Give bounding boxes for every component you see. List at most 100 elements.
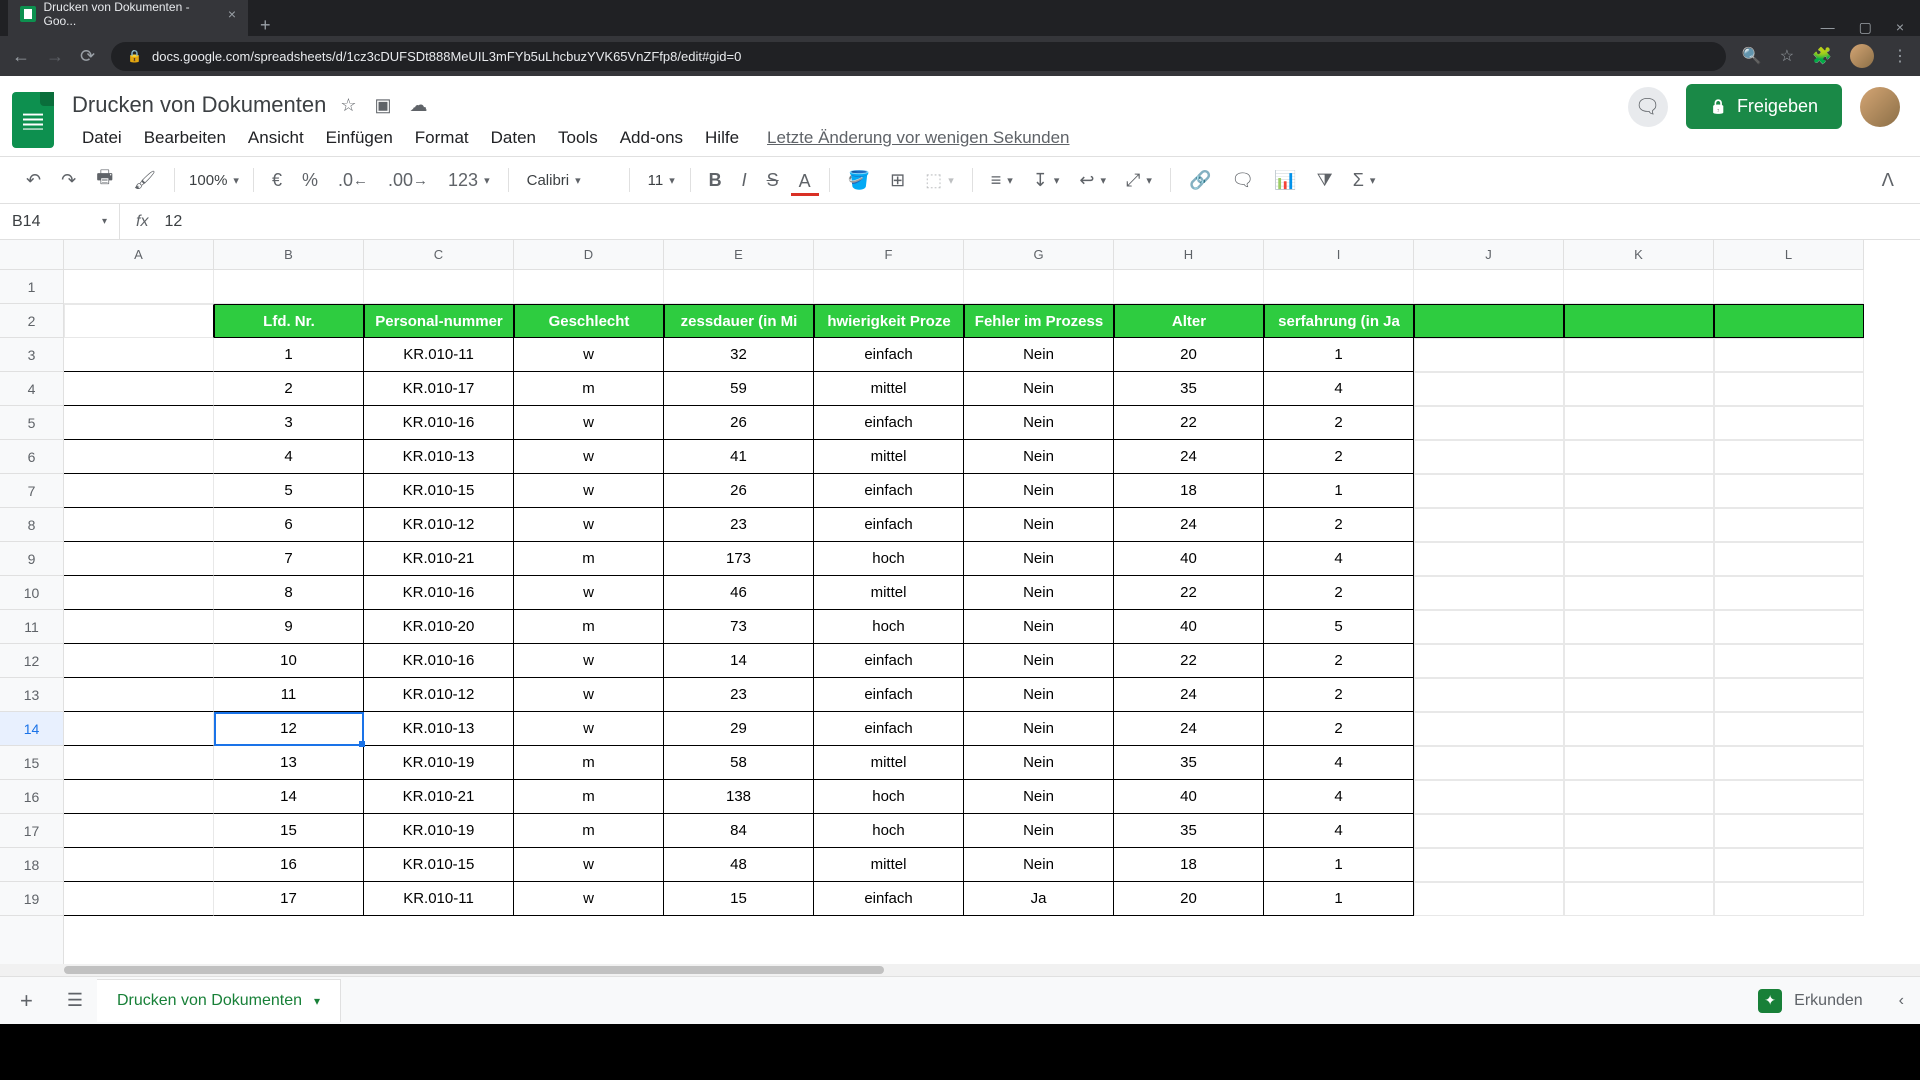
cell[interactable]: KR.010-16: [364, 576, 514, 610]
valign-button[interactable]: ↧: [1025, 164, 1068, 197]
text-color-button[interactable]: A: [791, 165, 819, 196]
cell[interactable]: w: [514, 406, 664, 440]
cell[interactable]: mittel: [814, 576, 964, 610]
cell[interactable]: 16: [214, 848, 364, 882]
row-header-14[interactable]: 14: [0, 712, 63, 746]
currency-button[interactable]: €: [264, 164, 290, 197]
cell[interactable]: [64, 406, 214, 440]
cell[interactable]: [1564, 814, 1714, 848]
cell[interactable]: [1414, 372, 1564, 406]
cell[interactable]: [64, 372, 214, 406]
cell[interactable]: Nein: [964, 508, 1114, 542]
row-header-3[interactable]: 3: [0, 338, 63, 372]
url-input[interactable]: 🔒 docs.google.com/spreadsheets/d/1cz3cDU…: [111, 42, 1726, 71]
col-header-K[interactable]: K: [1564, 240, 1714, 269]
cell[interactable]: KR.010-11: [364, 882, 514, 916]
col-header-E[interactable]: E: [664, 240, 814, 269]
row-header-2[interactable]: 2: [0, 304, 63, 338]
cell[interactable]: 1: [1264, 474, 1414, 508]
formula-input[interactable]: 12: [164, 213, 182, 231]
row-header-18[interactable]: 18: [0, 848, 63, 882]
cell[interactable]: 24: [1114, 440, 1264, 474]
menu-bearbeiten[interactable]: Bearbeiten: [134, 124, 236, 152]
menu-tools[interactable]: Tools: [548, 124, 608, 152]
cell[interactable]: [64, 712, 214, 746]
cell[interactable]: 15: [214, 814, 364, 848]
cell[interactable]: [64, 814, 214, 848]
cell[interactable]: [1714, 610, 1864, 644]
cell[interactable]: Nein: [964, 576, 1114, 610]
cell[interactable]: [1564, 542, 1714, 576]
cell[interactable]: [1414, 576, 1564, 610]
minimize-icon[interactable]: —: [1821, 19, 1835, 36]
cell[interactable]: [1564, 474, 1714, 508]
cell[interactable]: hoch: [814, 780, 964, 814]
select-all-corner[interactable]: [0, 240, 64, 270]
cell[interactable]: Nein: [964, 338, 1114, 372]
cell[interactable]: Nein: [964, 746, 1114, 780]
horizontal-scrollbar[interactable]: [0, 964, 1920, 976]
cell[interactable]: Nein: [964, 610, 1114, 644]
cell[interactable]: KR.010-21: [364, 780, 514, 814]
cell[interactable]: [1414, 678, 1564, 712]
cell[interactable]: 46: [664, 576, 814, 610]
cell[interactable]: 20: [1114, 338, 1264, 372]
number-format-select[interactable]: 123: [440, 164, 498, 197]
add-sheet-button[interactable]: +: [0, 988, 53, 1014]
cell[interactable]: hoch: [814, 610, 964, 644]
cell[interactable]: [64, 440, 214, 474]
extensions-icon[interactable]: 🧩: [1812, 46, 1832, 66]
cell[interactable]: [64, 474, 214, 508]
percent-button[interactable]: %: [294, 164, 326, 197]
cell[interactable]: 2: [1264, 406, 1414, 440]
functions-button[interactable]: Σ: [1345, 164, 1384, 197]
cell[interactable]: [1564, 270, 1714, 304]
cell[interactable]: einfach: [814, 678, 964, 712]
close-window-icon[interactable]: ×: [1896, 19, 1904, 36]
cell[interactable]: [64, 338, 214, 372]
cell[interactable]: 40: [1114, 542, 1264, 576]
cell[interactable]: [1714, 644, 1864, 678]
cell[interactable]: hwierigkeit Proze: [814, 304, 964, 338]
row-header-11[interactable]: 11: [0, 610, 63, 644]
col-header-D[interactable]: D: [514, 240, 664, 269]
cell[interactable]: [1564, 882, 1714, 916]
cell[interactable]: [1714, 304, 1864, 338]
cell[interactable]: w: [514, 678, 664, 712]
cell[interactable]: KR.010-20: [364, 610, 514, 644]
row-header-16[interactable]: 16: [0, 780, 63, 814]
text-wrap-button[interactable]: ↩: [1071, 164, 1114, 197]
cell[interactable]: KR.010-16: [364, 644, 514, 678]
cell[interactable]: einfach: [814, 644, 964, 678]
cell[interactable]: 4: [1264, 542, 1414, 576]
cell[interactable]: Fehler im Prozess: [964, 304, 1114, 338]
cell[interactable]: Nein: [964, 406, 1114, 440]
col-header-C[interactable]: C: [364, 240, 514, 269]
cell[interactable]: w: [514, 848, 664, 882]
cell[interactable]: 2: [214, 372, 364, 406]
cloud-icon[interactable]: ☁: [410, 95, 428, 116]
insert-comment-button[interactable]: 🗨: [1223, 164, 1262, 197]
cell[interactable]: 22: [1114, 644, 1264, 678]
cell[interactable]: 14: [664, 644, 814, 678]
cell[interactable]: 6: [214, 508, 364, 542]
cell[interactable]: serfahrung (in Ja: [1264, 304, 1414, 338]
menu-daten[interactable]: Daten: [481, 124, 546, 152]
col-header-G[interactable]: G: [964, 240, 1114, 269]
cell[interactable]: [1564, 576, 1714, 610]
cell[interactable]: w: [514, 338, 664, 372]
cell[interactable]: 3: [214, 406, 364, 440]
cell[interactable]: 35: [1114, 372, 1264, 406]
cell[interactable]: [1714, 678, 1864, 712]
row-header-9[interactable]: 9: [0, 542, 63, 576]
cell[interactable]: w: [514, 882, 664, 916]
italic-button[interactable]: I: [734, 164, 755, 197]
cell[interactable]: 18: [1114, 848, 1264, 882]
cell[interactable]: [1414, 746, 1564, 780]
cell[interactable]: [1414, 644, 1564, 678]
cell[interactable]: [64, 746, 214, 780]
menu-ansicht[interactable]: Ansicht: [238, 124, 314, 152]
all-sheets-button[interactable]: ☰: [53, 990, 97, 1011]
cell[interactable]: 173: [664, 542, 814, 576]
cell[interactable]: 4: [1264, 372, 1414, 406]
